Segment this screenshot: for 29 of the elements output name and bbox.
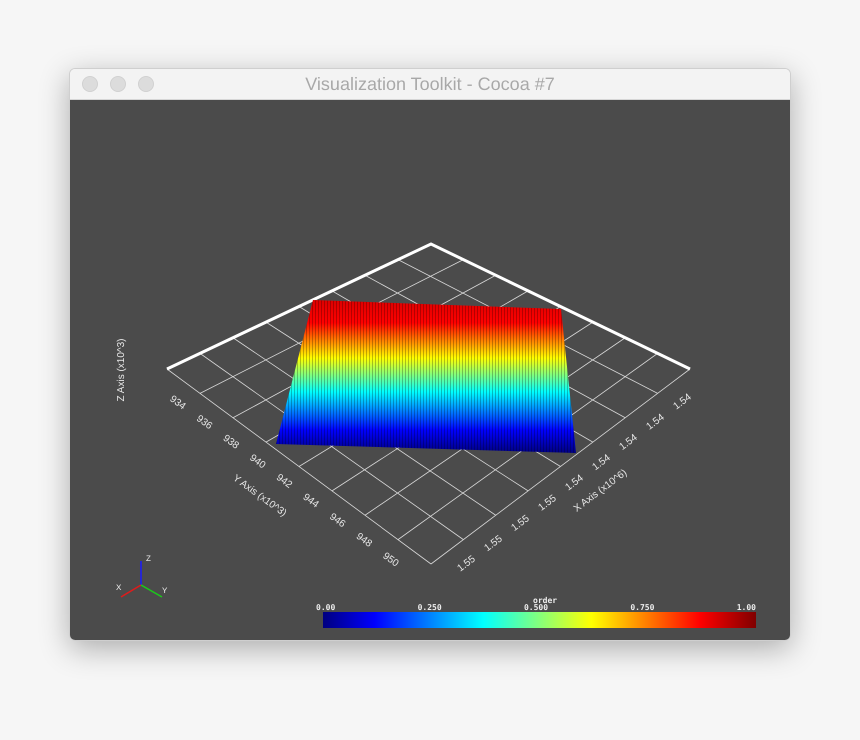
y-tick-label: 944 <box>300 492 321 510</box>
color-bar-tick-label: 0.500 <box>524 604 548 612</box>
color-bar-tick-label: 0.750 <box>630 604 654 612</box>
color-bar-title: order <box>533 597 558 605</box>
y-tick-label: 940 <box>247 452 268 472</box>
color-bar-tick-label: 0.250 <box>418 604 442 612</box>
orientation-axis-label: Z <box>146 554 151 563</box>
x-tick-label: 1.54 <box>590 452 613 473</box>
x-tick-label: 1.54 <box>563 472 586 494</box>
y-tick-label: 950 <box>380 550 400 570</box>
x-tick-label: 1.55 <box>455 554 478 574</box>
z-axis-title: Z Axis (x10^3) <box>116 338 127 402</box>
orientation-axis-label: X <box>116 583 122 592</box>
y-tick-label: 942 <box>274 472 294 491</box>
window-title: Visualization Toolkit - Cocoa #7 <box>305 72 555 96</box>
y-tick-label: 934 <box>167 394 188 412</box>
orientation-axis-label: Y <box>162 586 168 595</box>
x-tick-label: 1.55 <box>482 534 505 554</box>
x-tick-label: 1.54 <box>644 412 667 432</box>
x-tick-label: 1.55 <box>509 513 532 534</box>
color-bar-tick-label: 0.00 <box>316 604 336 612</box>
y-tick-label: 938 <box>220 432 241 452</box>
y-tick-label: 948 <box>354 531 374 550</box>
x-tick-label: 1.54 <box>617 432 640 453</box>
x-tick-label: 1.54 <box>671 392 694 412</box>
x-tick-label: 1.55 <box>536 493 559 514</box>
y-tick-label: 946 <box>327 511 348 530</box>
color-bar-tick-label: 1.00 <box>736 604 756 612</box>
y-tick-label: 936 <box>194 413 214 432</box>
